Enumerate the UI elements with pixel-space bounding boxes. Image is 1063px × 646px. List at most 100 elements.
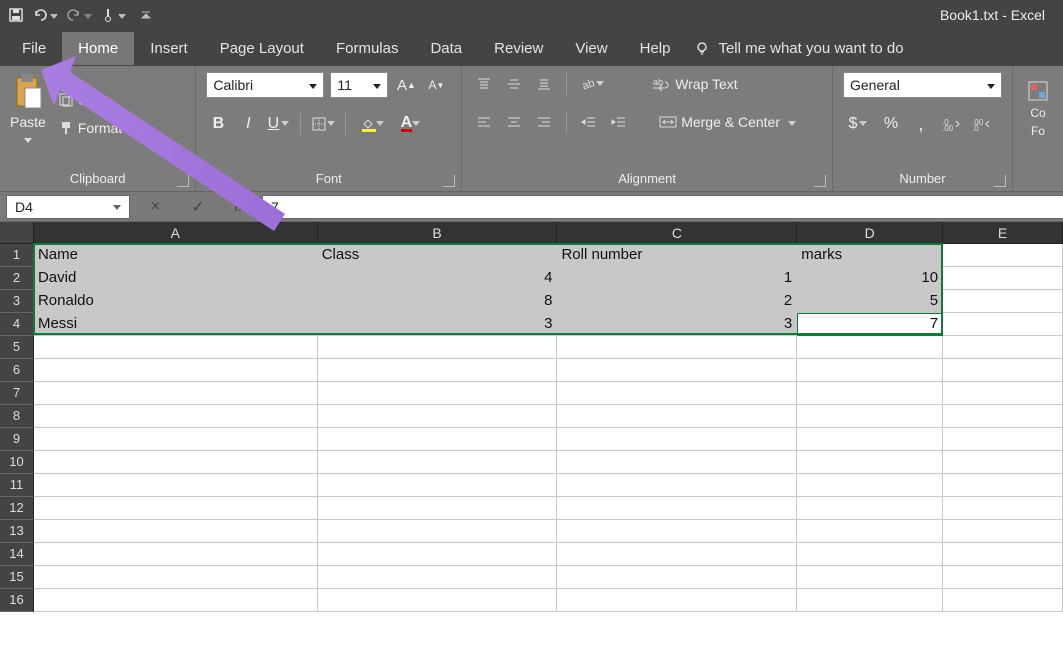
row-header-10[interactable]: 10	[0, 451, 34, 474]
cell-C7[interactable]	[557, 382, 797, 405]
tab-page-layout[interactable]: Page Layout	[204, 32, 320, 65]
cell-D14[interactable]	[797, 543, 943, 566]
cell-D2[interactable]: 10	[797, 267, 943, 290]
tab-view[interactable]: View	[559, 32, 623, 65]
row-header-2[interactable]: 2	[0, 267, 34, 290]
tab-data[interactable]: Data	[414, 32, 478, 65]
cell-B6[interactable]	[318, 359, 558, 382]
cell-D9[interactable]	[797, 428, 943, 451]
cell-E10[interactable]	[943, 451, 1063, 474]
fx-button[interactable]: fx	[229, 198, 253, 216]
cell-C14[interactable]	[557, 543, 797, 566]
cell-C4[interactable]: 3	[557, 313, 797, 336]
row-header-12[interactable]: 12	[0, 497, 34, 520]
cell-B15[interactable]	[318, 566, 558, 589]
tab-review[interactable]: Review	[478, 32, 559, 65]
cell-D11[interactable]	[797, 474, 943, 497]
cell-D7[interactable]	[797, 382, 943, 405]
decrease-font-button[interactable]: A▼	[424, 73, 448, 97]
tab-file[interactable]: File	[6, 32, 62, 65]
touch-mode-button[interactable]	[100, 7, 126, 23]
cell-B13[interactable]	[318, 520, 558, 543]
col-header-B[interactable]: B	[318, 222, 558, 244]
cell-C5[interactable]	[557, 336, 797, 359]
cell-A13[interactable]	[34, 520, 318, 543]
tab-formulas[interactable]: Formulas	[320, 32, 415, 65]
cell-B1[interactable]: Class	[318, 244, 558, 267]
redo-button[interactable]	[66, 7, 92, 23]
align-right-button[interactable]	[532, 110, 556, 134]
cell-C15[interactable]	[557, 566, 797, 589]
cell-D10[interactable]	[797, 451, 943, 474]
align-top-button[interactable]	[472, 72, 496, 96]
cell-C16[interactable]	[557, 589, 797, 612]
cell-D12[interactable]	[797, 497, 943, 520]
increase-decimal-button[interactable]: .0.00	[939, 112, 963, 136]
number-format-combo[interactable]: General	[843, 72, 1002, 98]
cell-A8[interactable]	[34, 405, 318, 428]
align-middle-button[interactable]	[502, 72, 526, 96]
row-header-5[interactable]: 5	[0, 336, 34, 359]
cell-E15[interactable]	[943, 566, 1063, 589]
tell-me-search[interactable]: Tell me what you want to do	[694, 40, 903, 57]
row-header-1[interactable]: 1	[0, 244, 34, 267]
row-header-9[interactable]: 9	[0, 428, 34, 451]
cell-A4[interactable]: Messi	[34, 313, 318, 336]
col-header-E[interactable]: E	[943, 222, 1063, 244]
cell-C13[interactable]	[557, 520, 797, 543]
cell-E3[interactable]	[943, 290, 1063, 313]
cell-D3[interactable]: 5	[797, 290, 943, 313]
currency-button[interactable]: $	[843, 112, 873, 136]
cell-B3[interactable]: 8	[318, 290, 558, 313]
conditional-formatting-button[interactable]: Co Fo	[1023, 78, 1053, 140]
dialog-launcher-icon[interactable]	[177, 175, 189, 187]
cell-C6[interactable]	[557, 359, 797, 382]
cell-D16[interactable]	[797, 589, 943, 612]
font-name-combo[interactable]: Calibri	[206, 72, 324, 98]
cell-C12[interactable]	[557, 497, 797, 520]
row-header-13[interactable]: 13	[0, 520, 34, 543]
cell-D13[interactable]	[797, 520, 943, 543]
row-header-7[interactable]: 7	[0, 382, 34, 405]
fill-color-button[interactable]	[356, 112, 388, 136]
tab-insert[interactable]: Insert	[134, 32, 204, 65]
cell-D1[interactable]: marks	[797, 244, 943, 267]
font-color-button[interactable]: A	[394, 112, 426, 136]
cell-E6[interactable]	[943, 359, 1063, 382]
dialog-launcher-icon[interactable]	[994, 175, 1006, 187]
underline-button[interactable]: U	[266, 112, 290, 136]
decrease-indent-button[interactable]	[577, 110, 601, 134]
cell-A15[interactable]	[34, 566, 318, 589]
cell-E11[interactable]	[943, 474, 1063, 497]
cell-B7[interactable]	[318, 382, 558, 405]
cell-A7[interactable]	[34, 382, 318, 405]
cell-A6[interactable]	[34, 359, 318, 382]
cell-B16[interactable]	[318, 589, 558, 612]
save-button[interactable]	[8, 7, 24, 23]
cell-A12[interactable]	[34, 497, 318, 520]
select-all-corner[interactable]	[0, 222, 34, 244]
cell-B14[interactable]	[318, 543, 558, 566]
cell-E8[interactable]	[943, 405, 1063, 428]
cell-E2[interactable]	[943, 267, 1063, 290]
italic-button[interactable]: I	[236, 112, 260, 136]
paste-button[interactable]: Paste	[10, 72, 46, 150]
align-left-button[interactable]	[472, 110, 496, 134]
undo-button[interactable]	[32, 7, 58, 23]
cell-A10[interactable]	[34, 451, 318, 474]
cell-E7[interactable]	[943, 382, 1063, 405]
copy-button[interactable]: Co	[54, 90, 140, 110]
row-header-6[interactable]: 6	[0, 359, 34, 382]
cell-C3[interactable]: 2	[557, 290, 797, 313]
dialog-launcher-icon[interactable]	[443, 175, 455, 187]
customize-qat-button[interactable]	[140, 9, 152, 21]
merge-center-button[interactable]: Merge & Center	[655, 112, 800, 132]
cell-D8[interactable]	[797, 405, 943, 428]
cell-B5[interactable]	[318, 336, 558, 359]
col-header-D[interactable]: D	[797, 222, 943, 244]
cell-E9[interactable]	[943, 428, 1063, 451]
cell-A3[interactable]: Ronaldo	[34, 290, 318, 313]
row-header-16[interactable]: 16	[0, 589, 34, 612]
cell-A11[interactable]	[34, 474, 318, 497]
tab-help[interactable]: Help	[624, 32, 687, 65]
